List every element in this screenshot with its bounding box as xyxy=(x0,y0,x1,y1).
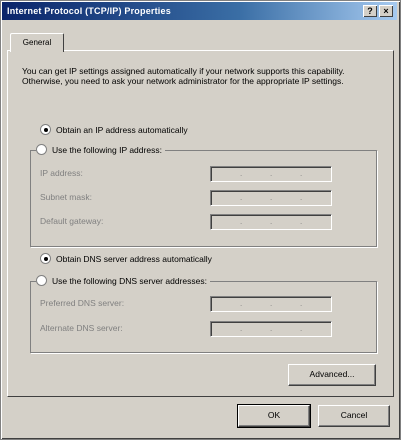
intro-text: You can get IP settings assigned automat… xyxy=(22,66,345,86)
ip-dot: . xyxy=(270,193,273,202)
obtain-ip-auto-radio[interactable]: Obtain an IP address automatically xyxy=(40,124,188,136)
use-following-ip-radio[interactable]: Use the following IP address: xyxy=(36,144,165,156)
ip-dot: . xyxy=(300,217,303,226)
use-following-ip-label: Use the following IP address: xyxy=(52,145,162,155)
ip-dot: . xyxy=(300,324,303,333)
ip-dot: . xyxy=(270,169,273,178)
ip-address-field[interactable]: . . . xyxy=(210,166,332,182)
alternate-dns-field[interactable]: . . . xyxy=(210,321,332,337)
ip-dot: . xyxy=(240,169,243,178)
ip-dot: . xyxy=(240,193,243,202)
window-title: Internet Protocol (TCP/IP) Properties xyxy=(7,6,171,16)
dns-server-group xyxy=(30,281,377,353)
ip-dot: . xyxy=(300,193,303,202)
ok-button[interactable]: OK xyxy=(237,404,311,428)
radio-unchecked-icon xyxy=(36,275,47,287)
alternate-dns-label: Alternate DNS server: xyxy=(40,323,123,333)
preferred-dns-label: Preferred DNS server: xyxy=(40,298,125,308)
radio-checked-icon xyxy=(40,253,51,265)
title-bar: Internet Protocol (TCP/IP) Properties ? … xyxy=(2,2,397,20)
subnet-mask-label: Subnet mask: xyxy=(40,192,92,202)
help-button[interactable]: ? xyxy=(363,5,377,17)
default-gateway-field[interactable]: . . . xyxy=(210,214,332,230)
obtain-dns-auto-radio[interactable]: Obtain DNS server address automatically xyxy=(40,253,212,265)
ip-dot: . xyxy=(270,299,273,308)
radio-unchecked-icon xyxy=(36,144,47,156)
use-following-dns-label: Use the following DNS server addresses: xyxy=(52,276,207,286)
ip-dot: . xyxy=(240,217,243,226)
obtain-ip-auto-label: Obtain an IP address automatically xyxy=(56,125,188,135)
ip-dot: . xyxy=(240,299,243,308)
ip-dot: . xyxy=(300,169,303,178)
obtain-dns-auto-label: Obtain DNS server address automatically xyxy=(56,254,212,264)
tab-general[interactable]: General xyxy=(10,33,64,52)
ip-dot: . xyxy=(300,299,303,308)
ip-dot: . xyxy=(270,324,273,333)
use-following-dns-radio[interactable]: Use the following DNS server addresses: xyxy=(36,275,210,287)
advanced-button[interactable]: Advanced... xyxy=(288,364,376,386)
cancel-button[interactable]: Cancel xyxy=(318,405,390,427)
subnet-mask-field[interactable]: . . . xyxy=(210,190,332,206)
ip-dot: . xyxy=(270,217,273,226)
radio-checked-icon xyxy=(40,124,51,136)
ip-dot: . xyxy=(240,324,243,333)
preferred-dns-field[interactable]: . . . xyxy=(210,296,332,312)
close-button[interactable]: × xyxy=(379,5,393,17)
ip-address-label: IP address: xyxy=(40,168,83,178)
default-gateway-label: Default gateway: xyxy=(40,216,104,226)
